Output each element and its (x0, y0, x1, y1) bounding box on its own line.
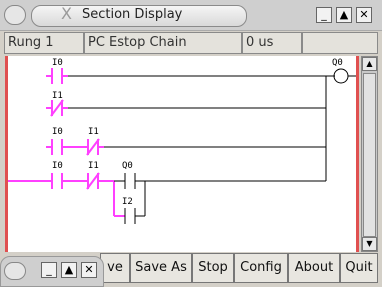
scroll-thumb[interactable] (363, 73, 376, 237)
mini-maximize-button[interactable]: ▲ (61, 262, 77, 278)
save-button[interactable]: ve (100, 253, 130, 283)
ladder-canvas[interactable]: I0 Q0 I1 I0 I1 I0 I1 Q0 I2 (5, 56, 359, 252)
config-button[interactable]: Config (234, 253, 288, 283)
minimize-button[interactable]: _ (316, 7, 332, 23)
close-button[interactable]: ✕ (356, 7, 372, 23)
label-i1: I1 (52, 91, 63, 101)
label-q0-coil: Q0 (332, 58, 343, 68)
save-as-button[interactable]: Save As (130, 253, 192, 283)
window-title: Section Display (82, 7, 183, 22)
mini-window[interactable]: _ ▲ ✕ (0, 256, 104, 287)
about-button[interactable]: About (288, 253, 340, 283)
ladder-diagram: I0 Q0 I1 I0 I1 I0 I1 Q0 I2 (8, 58, 356, 224)
quit-button[interactable]: Quit (340, 253, 378, 283)
stop-button[interactable]: Stop (192, 253, 234, 283)
label-i1: I1 (88, 127, 99, 137)
mini-minimize-button[interactable]: _ (41, 262, 57, 278)
section-field: PC Estop Chain (84, 32, 242, 54)
status-empty-field (302, 32, 378, 54)
close-x-icon[interactable]: X (61, 6, 72, 22)
label-q0: Q0 (122, 161, 133, 171)
mini-window-menu-button[interactable] (4, 262, 26, 280)
mini-close-button[interactable]: ✕ (81, 262, 97, 278)
label-i0: I0 (52, 58, 63, 68)
label-i2: I2 (122, 197, 133, 207)
label-i1: I1 (88, 161, 99, 171)
vertical-scrollbar[interactable]: ▲ ▼ (361, 56, 378, 252)
title-bar: X Section Display _ ▲ ✕ (0, 0, 382, 31)
coil-q0 (333, 68, 349, 84)
scroll-up-icon[interactable]: ▲ (362, 57, 377, 71)
label-i0: I0 (52, 127, 63, 137)
window-menu-button[interactable] (4, 5, 26, 25)
rung-field: Rung 1 (4, 32, 84, 54)
maximize-button[interactable]: ▲ (336, 7, 352, 23)
time-field: 0 us (242, 32, 302, 54)
scroll-down-icon[interactable]: ▼ (362, 237, 377, 251)
label-i0: I0 (52, 161, 63, 171)
